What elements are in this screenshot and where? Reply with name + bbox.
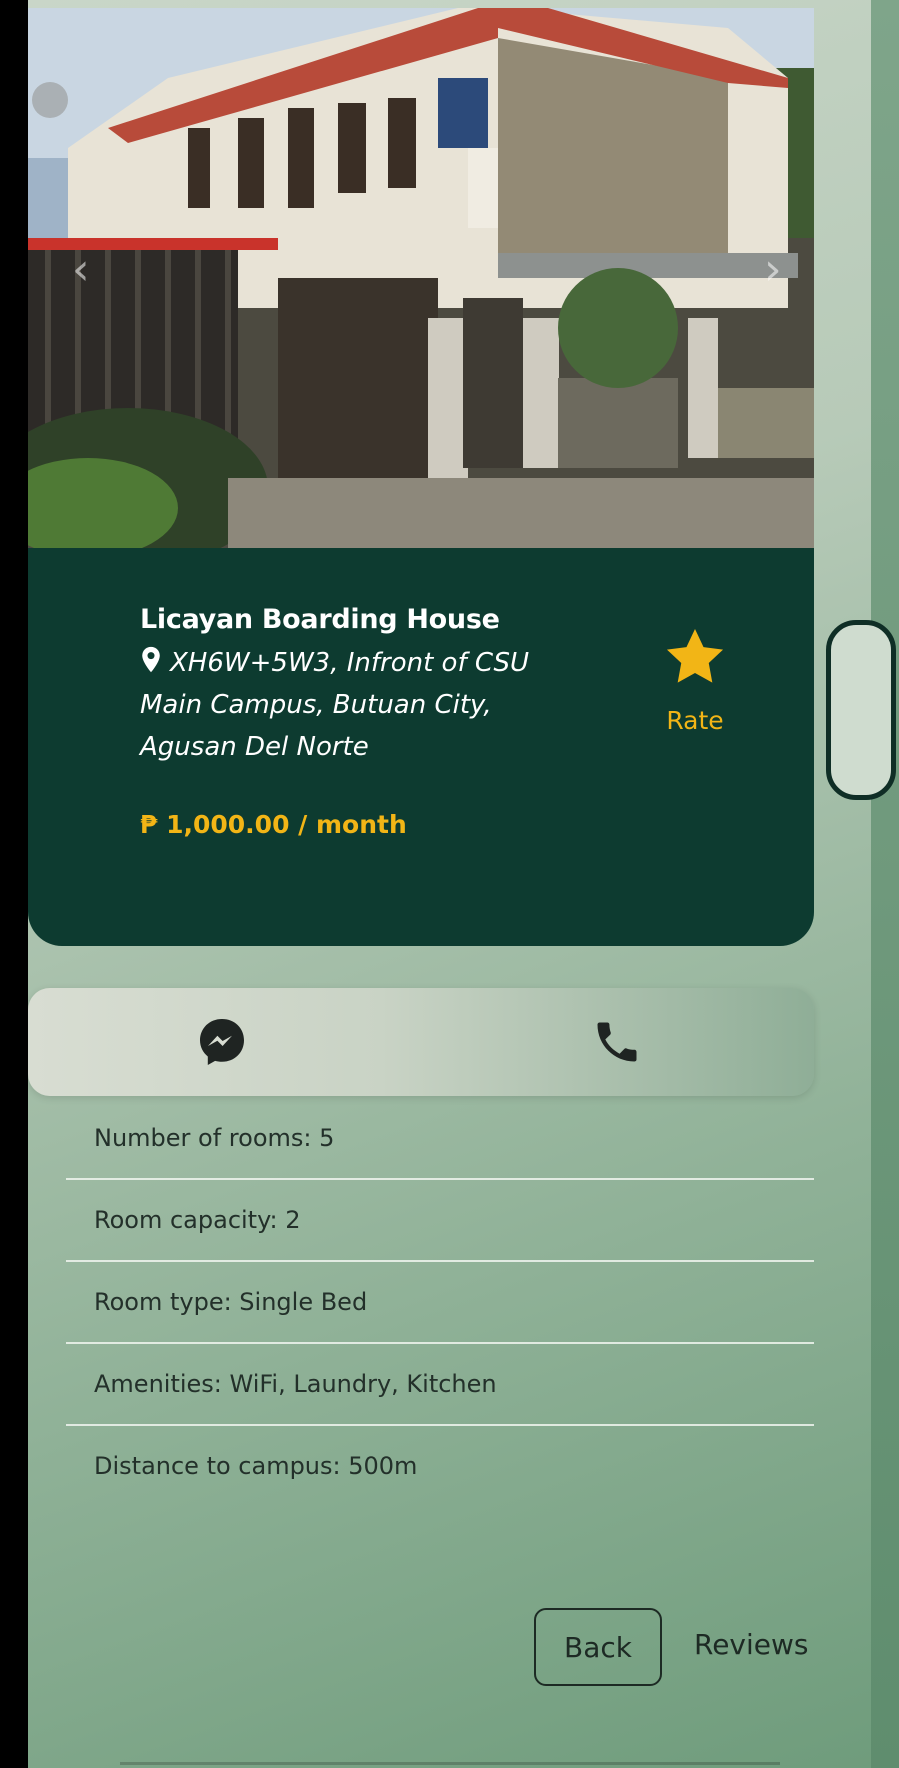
detail-number-of-rooms: Number of rooms: 5	[66, 1098, 814, 1180]
bottom-divider	[120, 1762, 780, 1765]
location-pin-icon	[142, 646, 160, 673]
messenger-icon	[200, 1019, 244, 1065]
next-card-peek[interactable]	[826, 620, 896, 800]
listing-info-card: Licayan Boarding House XH6W+5W3, Infront…	[28, 548, 814, 946]
contact-bar	[28, 988, 814, 1096]
next-image-arrow[interactable]: ›	[764, 248, 782, 292]
boarding-house-photo: ‹ ›	[28, 8, 814, 548]
phone-button[interactable]	[421, 988, 814, 1096]
reviews-button[interactable]: Reviews	[694, 1628, 809, 1661]
star-icon	[666, 628, 724, 683]
listing-title: Licayan Boarding House	[140, 604, 500, 635]
listing-address-text: XH6W+5W3, Infront of CSU Main Campus, Bu…	[140, 648, 530, 762]
phone-icon	[597, 1022, 637, 1062]
detail-room-type: Room type: Single Bed	[66, 1262, 814, 1344]
back-button[interactable]: Back	[534, 1608, 662, 1686]
listing-price: ₱ 1,000.00 / month	[140, 810, 407, 839]
listing-address: XH6W+5W3, Infront of CSU Main Campus, Bu…	[140, 642, 570, 768]
detail-amenities: Amenities: WiFi, Laundry, Kitchen	[66, 1344, 814, 1426]
messenger-button[interactable]	[28, 988, 421, 1096]
detail-room-capacity: Room capacity: 2	[66, 1180, 814, 1262]
listing-details: Number of rooms: 5 Room capacity: 2 Room…	[66, 1098, 814, 1506]
rate-label: Rate	[666, 706, 724, 735]
detail-distance-to-campus: Distance to campus: 500m	[94, 1452, 418, 1480]
rate-button[interactable]: Rate	[650, 624, 740, 735]
previous-image-arrow[interactable]: ‹	[72, 248, 90, 292]
screen-edge	[871, 0, 899, 1768]
